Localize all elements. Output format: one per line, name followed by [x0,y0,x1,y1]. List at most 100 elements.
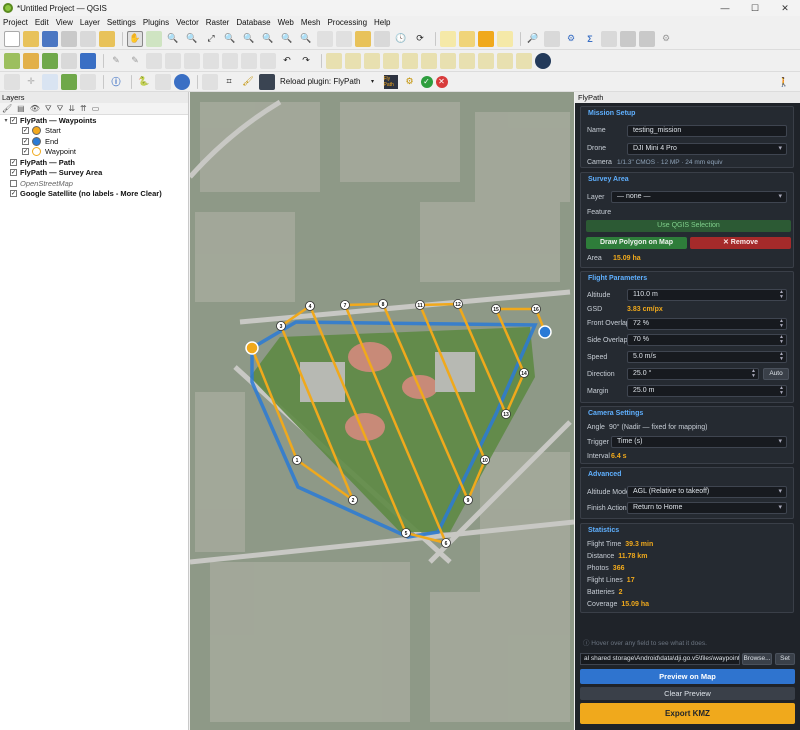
info-icon[interactable]: ⓘ [108,74,124,90]
direction-input[interactable]: 25.0 ° ▲ ▼ [627,368,759,380]
expand-all-icon[interactable]: ⇊ [68,104,75,113]
data-source-manager-icon[interactable] [4,52,20,69]
layer-row[interactable]: ▾ ✓ FlyPath — Waypoints [0,115,188,126]
menu-project[interactable]: Project [3,18,28,27]
add-group-icon[interactable]: ▤ [17,104,25,113]
menu-vector[interactable]: Vector [176,18,199,27]
menu-settings[interactable]: Settings [107,18,136,27]
layout-manager-icon[interactable] [99,30,115,47]
close-button[interactable]: ✕ [770,0,800,16]
add-raster-icon[interactable] [61,52,77,69]
minimize-button[interactable]: — [710,0,740,16]
map-tips-icon[interactable] [42,73,58,90]
collapse-all-icon[interactable]: ⇈ [80,104,87,113]
reload-plugin-icon[interactable] [259,73,275,90]
save-as-icon[interactable] [61,30,77,47]
copy-features-icon[interactable] [241,52,257,69]
add-group-icon[interactable] [61,73,77,90]
pan-to-selection-icon[interactable] [146,30,162,47]
layer-row[interactable]: OpenStreetMap [0,178,188,189]
layer-row[interactable]: ✓ FlyPath — Survey Area [0,168,188,179]
draw-polygon-button[interactable]: Draw Polygon on Map [586,237,687,249]
start-marker[interactable] [245,341,259,355]
mission-name-input[interactable]: testing_mission [627,125,787,137]
layer-visibility-checkbox[interactable]: ✓ [22,148,29,156]
digitize-icon[interactable] [165,52,181,69]
label-toolbar-icon[interactable] [459,52,475,69]
label-pin-icon[interactable] [345,52,361,69]
export-kmz-button[interactable]: Export KMZ [580,703,795,724]
bookmark-icon[interactable] [355,30,371,47]
end-marker[interactable] [538,325,552,339]
paste-features-icon[interactable] [260,52,276,69]
zoom-native-icon[interactable]: 🔍 [260,31,276,47]
redo-icon[interactable]: ↷ [298,53,314,69]
toggle-editing-icon[interactable]: ✎ [127,53,143,69]
manage-themes-icon[interactable]: 👁 [30,104,40,113]
zoom-layer-icon[interactable]: 🔍 [241,31,257,47]
finish-action-select[interactable]: Return to Home [627,502,787,514]
flypath-plugin-button[interactable]: Fly Path [383,74,398,89]
select-features-icon[interactable] [440,30,456,47]
statistics-table-icon[interactable] [601,30,617,47]
spin-arrows-icon[interactable]: ▲ ▼ [779,319,784,329]
menu-view[interactable]: View [56,18,73,27]
layer-select[interactable]: — none — [611,191,787,203]
filter-legend-icon[interactable]: ⛛ [57,104,64,114]
measure-icon[interactable] [620,30,636,47]
altitude-input[interactable]: 110.0 m ▲ ▼ [627,289,787,301]
cancel-x-icon[interactable]: ✕ [435,75,448,88]
digitizing-icon[interactable] [4,73,20,90]
spin-arrows-icon[interactable]: ▲ ▼ [751,369,756,379]
menu-layer[interactable]: Layer [80,18,100,27]
menu-database[interactable]: Database [236,18,270,27]
label-extra-icon[interactable] [497,52,513,69]
new-3d-view-icon[interactable] [336,30,352,47]
open-folder-icon[interactable] [23,30,39,47]
clear-preview-button[interactable]: Clear Preview [580,687,795,700]
ok-check-icon[interactable]: ✓ [420,75,433,88]
menu-edit[interactable]: Edit [35,18,49,27]
altitude-mode-select[interactable]: AGL (Relative to takeoff) [627,486,787,498]
graph-icon[interactable] [155,73,171,90]
map-canvas[interactable]: 1 2 3 4 5 6 7 8 9 10 11 12 13 14 15 16 [190,92,574,730]
gear-disabled-icon[interactable]: ⚙ [658,31,674,47]
set-button[interactable]: Set [775,653,795,665]
layer-row[interactable]: ✓ End [0,136,188,147]
side-overlap-input[interactable]: 70 % ▲ ▼ [627,334,787,346]
reload-dropdown-icon[interactable]: ▾ [365,74,381,90]
plugin-manager-icon[interactable] [174,73,190,90]
layer-row[interactable]: ✓ FlyPath — Path [0,157,188,168]
spin-arrows-icon[interactable]: ▲ ▼ [779,290,784,300]
layer-row[interactable]: ✓ Google Satellite (no labels - More Clea… [0,189,188,200]
zoom-next-icon[interactable]: 🔍 [298,31,314,47]
layer-visibility-checkbox[interactable]: ✓ [10,190,17,198]
delete-selected-icon[interactable] [203,52,219,69]
trigger-select[interactable]: Time (s) [611,436,787,448]
annotation-icon[interactable] [639,30,655,47]
add-vector-icon[interactable] [42,52,58,69]
layer-row[interactable]: ✓ Start [0,126,188,137]
attribute-table-icon[interactable] [544,30,560,47]
layer-visibility-checkbox[interactable]: ✓ [22,127,29,135]
margin-input[interactable]: 25.0 m ▲ ▼ [627,385,787,397]
new-project-icon[interactable] [4,30,20,47]
maximize-button[interactable]: ☐ [740,0,770,16]
spin-arrows-icon[interactable]: ▲ ▼ [779,352,784,362]
use-qgis-selection-button[interactable]: Use QGIS Selection [586,220,791,232]
layer-row[interactable]: ✓ Waypoint [0,147,188,158]
user-icon[interactable]: 🚶 [776,74,792,90]
label-tool-icon[interactable] [326,52,342,69]
zoom-full-icon[interactable]: ⤢ [203,31,219,47]
layer-visibility-checkbox[interactable] [10,179,17,187]
menu-plugins[interactable]: Plugins [143,18,169,27]
layer-visibility-checkbox[interactable]: ✓ [10,169,17,177]
plugin-robot-icon[interactable] [535,52,551,69]
layout-icon[interactable] [80,73,96,90]
add-mesh-icon[interactable] [80,52,96,69]
new-map-view-icon[interactable] [317,30,333,47]
map-svg[interactable]: 1234567 891011 12131415 16 [190,92,574,730]
label-tools-icon[interactable] [516,52,532,69]
expand-arrow-icon[interactable]: ▾ [2,117,10,124]
reload-brush-icon[interactable]: 🖌 [240,74,256,90]
